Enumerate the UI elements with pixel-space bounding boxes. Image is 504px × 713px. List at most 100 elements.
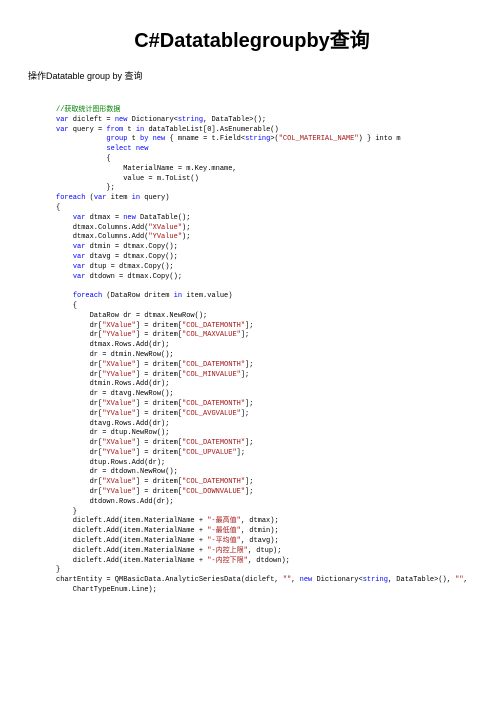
t: dicleft.Add(item.MaterialName +: [56, 557, 207, 565]
t: dr = dtup.NewRow();: [56, 429, 169, 437]
t: value = m.ToList(): [56, 175, 199, 183]
kw: foreach: [56, 194, 85, 202]
t: ] = dritem[: [136, 478, 182, 486]
t: dtdown = dtmax.Copy();: [85, 273, 182, 281]
t: Dictionary<: [127, 116, 177, 124]
kw: in: [174, 292, 182, 300]
t: dr[: [56, 361, 102, 369]
kw: foreach: [73, 292, 102, 300]
kw: new: [115, 116, 128, 124]
t: , dtmin);: [241, 527, 279, 535]
t: dtmax.Columns.Add(: [56, 224, 148, 232]
str: "COL_MINVALUE": [182, 371, 241, 379]
t: dicleft.Add(item.MaterialName +: [56, 547, 207, 555]
t: ] = dritem[: [136, 410, 182, 418]
t: , dtup);: [248, 547, 282, 555]
t: {: [56, 204, 60, 212]
intro-text: 操作Datatable group by 查询: [28, 69, 476, 82]
t: ] = dritem[: [136, 400, 182, 408]
t: {: [56, 302, 77, 310]
t: dr[: [56, 371, 102, 379]
t: dtmax =: [85, 214, 123, 222]
kw: var: [73, 273, 86, 281]
t: dtmax.Columns.Add(: [56, 233, 148, 241]
t: dicleft.Add(item.MaterialName +: [56, 527, 207, 535]
str: "COL_DATEMONTH": [182, 478, 245, 486]
t: dr[: [56, 410, 102, 418]
str: "XValue": [102, 322, 136, 330]
str: "XValue": [102, 478, 136, 486]
t: dicleft.Add(item.MaterialName +: [56, 517, 207, 525]
t: ];: [245, 361, 253, 369]
str: "-最高值": [207, 517, 241, 525]
t: ];: [241, 410, 249, 418]
kw: in: [136, 126, 144, 134]
kw: group: [106, 135, 127, 143]
kw: string: [178, 116, 203, 124]
t: dtmin = dtmax.Copy();: [85, 243, 177, 251]
t: item.value): [182, 292, 232, 300]
kw: var: [73, 214, 86, 222]
str: "": [283, 576, 291, 584]
str: "COL_MAXVALUE": [182, 331, 241, 339]
t: ,: [464, 576, 468, 584]
str: "YValue": [148, 233, 182, 241]
t: ];: [245, 322, 253, 330]
t: dr[: [56, 322, 102, 330]
t: dtup = dtmax.Copy();: [85, 263, 173, 271]
kw: var: [73, 263, 86, 271]
t: ];: [241, 371, 249, 379]
t: query =: [69, 126, 107, 134]
str: "YValue": [102, 331, 136, 339]
t: ];: [245, 478, 253, 486]
t: , dtavg);: [241, 537, 279, 545]
t: DataRow dr = dtmax.NewRow();: [56, 312, 207, 320]
str: "YValue": [102, 410, 136, 418]
kw: var: [73, 253, 86, 261]
str: "COL_UPVALUE": [182, 449, 237, 457]
t: dtavg = dtmax.Copy();: [85, 253, 177, 261]
t: query): [140, 194, 169, 202]
str: "COL_MATERIAL_NAME": [279, 135, 359, 143]
t: }: [56, 566, 60, 574]
t: MaterialName = m.Key.mname,: [56, 165, 237, 173]
t: dr[: [56, 449, 102, 457]
kw: new: [136, 145, 149, 153]
t: t: [123, 126, 136, 134]
t: , dtmax);: [241, 517, 279, 525]
t: dr = dtmin.NewRow();: [56, 351, 174, 359]
t: ];: [245, 400, 253, 408]
t: dr[: [56, 331, 102, 339]
kw: from: [106, 126, 123, 134]
t: };: [56, 184, 115, 192]
str: "COL_DATEMONTH": [182, 361, 245, 369]
t: ) } into m: [359, 135, 401, 143]
t: , DataTable>(),: [388, 576, 455, 584]
t: {: [56, 155, 111, 163]
t: dr[: [56, 400, 102, 408]
str: "XValue": [102, 400, 136, 408]
t: ] = dritem[: [136, 361, 182, 369]
t: ] = dritem[: [136, 488, 182, 496]
str: "COL_DATEMONTH": [182, 322, 245, 330]
kw: var: [56, 126, 69, 134]
t: dtup.Rows.Add(dr);: [56, 459, 165, 467]
kw: string: [363, 576, 388, 584]
str: "XValue": [102, 439, 136, 447]
t: ] = dritem[: [136, 331, 182, 339]
t: dtmin.Rows.Add(dr);: [56, 380, 169, 388]
t: dr[: [56, 439, 102, 447]
code-comment: //获取统计图形数据: [56, 106, 120, 114]
t: dr[: [56, 488, 102, 496]
t: Dictionary<: [312, 576, 362, 584]
code-block: //获取统计图形数据 var dicleft = new Dictionary<…: [56, 106, 476, 596]
str: "-内控下限": [207, 557, 248, 565]
kw: string: [245, 135, 270, 143]
t: >(: [270, 135, 278, 143]
t: dr[: [56, 478, 102, 486]
str: "-内控上限": [207, 547, 248, 555]
str: "COL_DATEMONTH": [182, 400, 245, 408]
t: t: [127, 135, 140, 143]
str: "": [455, 576, 463, 584]
kw: var: [94, 194, 107, 202]
